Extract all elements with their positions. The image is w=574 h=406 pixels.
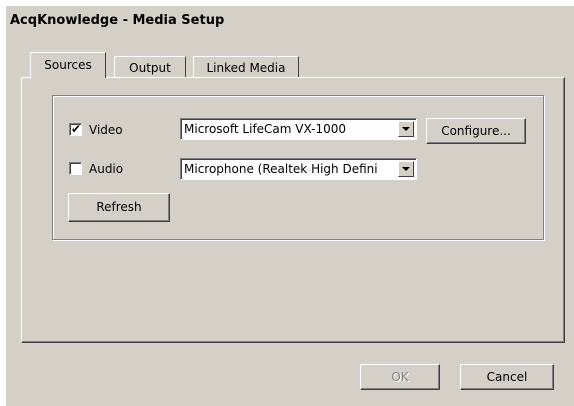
video-device-select[interactable]: Microsoft LifeCam VX-1000 (180, 118, 417, 140)
tab-output[interactable]: Output (114, 56, 186, 78)
tab-output-label: Output (129, 61, 171, 75)
refresh-button[interactable]: Refresh (68, 193, 170, 222)
configure-button-label: Configure... (441, 124, 511, 138)
tab-linked-media-label: Linked Media (206, 61, 286, 75)
window-title: AcqKnowledge - Media Setup (10, 13, 225, 28)
cancel-button-label: Cancel (486, 370, 528, 384)
audio-checkbox[interactable] (69, 162, 82, 175)
tab-sources-label: Sources (44, 58, 92, 72)
chevron-down-icon[interactable] (398, 121, 414, 137)
video-checkbox[interactable]: ✔ (69, 122, 82, 136)
tab-sources[interactable]: Sources (30, 52, 106, 80)
ok-button-label: OK (391, 370, 409, 384)
audio-label: Audio (89, 162, 124, 176)
audio-device-value: Microphone (Realtek High Defini (184, 162, 378, 176)
chevron-down-icon[interactable] (398, 161, 414, 177)
tab-linked-media[interactable]: Linked Media (193, 56, 299, 78)
ok-button[interactable]: OK (360, 364, 440, 390)
cancel-button[interactable]: Cancel (460, 364, 554, 390)
video-label: Video (89, 123, 123, 137)
configure-button[interactable]: Configure... (426, 118, 526, 144)
audio-device-select[interactable]: Microphone (Realtek High Defini (180, 158, 417, 180)
refresh-button-label: Refresh (96, 200, 142, 214)
video-device-value: Microsoft LifeCam VX-1000 (184, 122, 346, 136)
check-icon: ✔ (71, 122, 82, 136)
